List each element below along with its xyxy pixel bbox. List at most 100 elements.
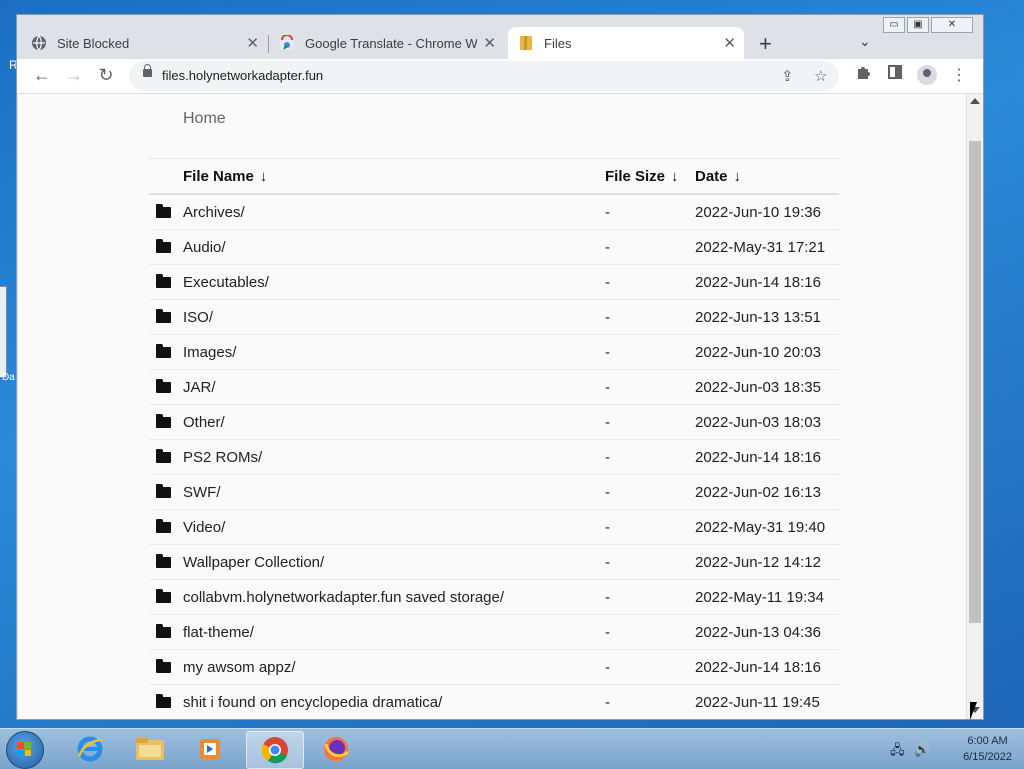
file-name-link[interactable]: Executables/: [183, 264, 605, 300]
file-name-link[interactable]: Wallpaper Collection/: [183, 544, 605, 580]
sort-arrow-icon: ↓: [671, 167, 679, 185]
folder-icon: [156, 623, 171, 638]
folder-icon-cell: [149, 404, 183, 440]
media-player-taskbar-icon[interactable]: [182, 731, 238, 767]
tab-google-translate[interactable]: Google Translate - Chrome Web ✕: [279, 27, 504, 59]
folder-icon: [156, 378, 171, 393]
breadcrumb[interactable]: Home: [183, 110, 226, 128]
windows-logo-icon: [17, 742, 31, 756]
file-size: -: [605, 369, 695, 405]
file-name-link[interactable]: Video/: [183, 509, 605, 545]
close-tab-icon[interactable]: ✕: [246, 34, 259, 52]
clock-time: 6:00 AM: [967, 735, 1008, 747]
file-name-link[interactable]: Other/: [183, 404, 605, 440]
file-name-link[interactable]: SWF/: [183, 474, 605, 510]
file-size: -: [605, 684, 695, 719]
close-tab-icon[interactable]: ✕: [723, 34, 736, 52]
column-header-file-size[interactable]: File Size ↓: [605, 158, 695, 195]
file-name-link[interactable]: flat-theme/: [183, 614, 605, 650]
scrollbar-thumb[interactable]: [969, 141, 981, 623]
column-header-label: File Name: [183, 167, 254, 185]
folder-icon: [156, 693, 171, 708]
start-button[interactable]: [6, 731, 44, 769]
table-row[interactable]: Archives/-2022-Jun-10 19:36: [149, 194, 839, 230]
share-icon[interactable]: ⇪: [781, 67, 794, 85]
folder-icon-cell: [149, 474, 183, 510]
folder-icon-cell: [149, 229, 183, 265]
file-name-link[interactable]: JAR/: [183, 369, 605, 405]
tab-site-blocked[interactable]: Site Blocked ✕: [31, 27, 267, 59]
file-size: -: [605, 404, 695, 440]
table-row[interactable]: collabvm.holynetworkadapter.fun saved st…: [149, 579, 839, 615]
network-icon[interactable]: 🖧: [890, 742, 905, 757]
column-header-date[interactable]: Date ↓: [695, 158, 839, 195]
table-row[interactable]: flat-theme/-2022-Jun-13 04:36: [149, 614, 839, 650]
side-panel-icon[interactable]: [885, 65, 905, 84]
folder-icon-cell: [149, 299, 183, 335]
file-name-link[interactable]: Images/: [183, 334, 605, 370]
table-row[interactable]: SWF/-2022-Jun-02 16:13: [149, 474, 839, 510]
sort-arrow-icon: ↓: [733, 167, 742, 185]
back-arrow-icon[interactable]: ←: [31, 65, 53, 86]
file-name-link[interactable]: ISO/: [183, 299, 605, 335]
folder-icon-cell: [149, 439, 183, 475]
table-row[interactable]: Other/-2022-Jun-03 18:03: [149, 404, 839, 440]
reload-icon[interactable]: ↻: [95, 65, 117, 86]
firefox-taskbar-icon[interactable]: [308, 731, 364, 767]
folder-icon: [156, 658, 171, 673]
file-size: -: [605, 544, 695, 580]
folder-icon: [156, 273, 171, 288]
table-row[interactable]: PS2 ROMs/-2022-Jun-14 18:16: [149, 439, 839, 475]
vertical-scrollbar[interactable]: [967, 94, 983, 719]
volume-icon[interactable]: 🔊: [914, 742, 930, 757]
tab-files[interactable]: Files ✕: [508, 27, 744, 59]
file-name-link[interactable]: shit i found on encyclopedia dramatica/: [183, 684, 605, 719]
table-row[interactable]: Audio/-2022-May-31 17:21: [149, 229, 839, 265]
file-explorer-taskbar-icon[interactable]: [122, 731, 178, 767]
extensions-puzzle-icon[interactable]: [853, 65, 873, 85]
file-date: 2022-Jun-12 14:12: [695, 544, 839, 580]
column-header-label: File Size: [605, 167, 666, 185]
tab-separator: [268, 35, 269, 53]
folder-icon: [156, 448, 171, 463]
table-row[interactable]: Video/-2022-May-31 19:40: [149, 509, 839, 545]
folder-icon: [156, 203, 171, 218]
table-row[interactable]: Executables/-2022-Jun-14 18:16: [149, 264, 839, 300]
file-name-link[interactable]: my awsom appz/: [183, 649, 605, 685]
forward-arrow-icon[interactable]: →: [63, 65, 85, 86]
menu-kebab-icon[interactable]: ⋮: [949, 65, 969, 85]
tab-search-chevron-icon[interactable]: ⌄: [859, 33, 871, 50]
profile-avatar-icon[interactable]: [917, 65, 937, 85]
file-name-link[interactable]: PS2 ROMs/: [183, 439, 605, 475]
file-date: 2022-Jun-13 04:36: [695, 614, 839, 650]
folder-icon-cell: [149, 614, 183, 650]
folder-icon-cell: [149, 579, 183, 615]
tab-label: Site Blocked: [57, 35, 130, 51]
clock[interactable]: 6:00 AM 6/15/2022: [963, 733, 1012, 765]
folder-icon-cell: [149, 194, 183, 230]
file-date: 2022-May-11 19:34: [695, 579, 839, 615]
file-size: -: [605, 299, 695, 335]
desktop-gadget-fragment: [0, 286, 7, 378]
scroll-up-arrow-icon[interactable]: [970, 98, 980, 104]
file-name-link[interactable]: Audio/: [183, 229, 605, 265]
chrome-taskbar-icon[interactable]: [246, 731, 304, 769]
file-size: -: [605, 439, 695, 475]
lock-icon: [143, 64, 152, 77]
new-tab-icon[interactable]: +: [759, 31, 772, 57]
column-header-file-name[interactable]: File Name ↓: [183, 158, 605, 195]
tab-label: Files: [544, 35, 572, 51]
file-name-link[interactable]: Archives/: [183, 194, 605, 230]
table-row[interactable]: JAR/-2022-Jun-03 18:35: [149, 369, 839, 405]
table-row[interactable]: ISO/-2022-Jun-13 13:51: [149, 299, 839, 335]
table-row[interactable]: Images/-2022-Jun-10 20:03: [149, 334, 839, 370]
internet-explorer-taskbar-icon[interactable]: [62, 731, 118, 767]
address-bar[interactable]: files.holynetworkadapter.fun ⇪ ☆: [129, 61, 839, 91]
table-row[interactable]: Wallpaper Collection/-2022-Jun-12 14:12: [149, 544, 839, 580]
table-row[interactable]: my awsom appz/-2022-Jun-14 18:16: [149, 649, 839, 685]
table-row[interactable]: shit i found on encyclopedia dramatica/-…: [149, 684, 839, 719]
mouse-cursor-icon: [970, 702, 977, 720]
close-tab-icon[interactable]: ✕: [483, 34, 496, 52]
file-name-link[interactable]: collabvm.holynetworkadapter.fun saved st…: [183, 579, 605, 615]
bookmark-star-icon[interactable]: ☆: [814, 67, 827, 85]
